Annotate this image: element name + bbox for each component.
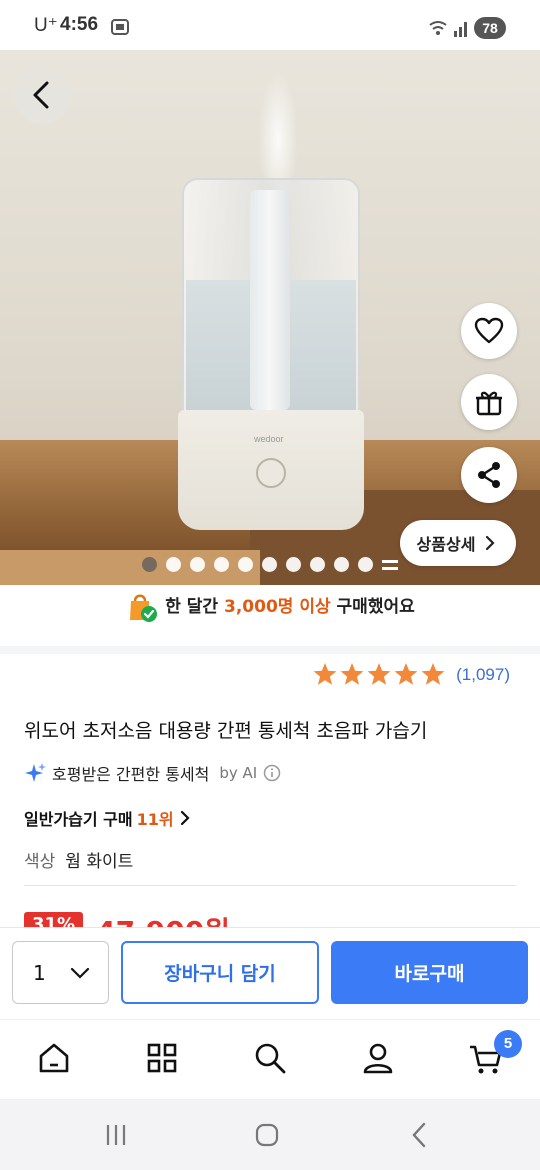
option-label: 색상 xyxy=(24,852,56,872)
chevron-right-icon xyxy=(180,810,190,826)
option-value: 웜 화이트 xyxy=(65,852,134,872)
home-nav-button[interactable] xyxy=(251,1119,283,1151)
add-to-cart-button[interactable]: 장바구니 담기 xyxy=(121,941,319,1004)
pager-dot[interactable] xyxy=(214,557,229,572)
review-count[interactable]: (1,097) xyxy=(456,665,510,685)
pager-dot[interactable] xyxy=(286,557,301,572)
color-option: 색상 웜 화이트 xyxy=(24,847,133,872)
pager-dot[interactable] xyxy=(310,557,325,572)
gift-button[interactable] xyxy=(461,374,517,430)
back-arrow-icon xyxy=(33,81,49,109)
purchase-bar: 1 장바구니 담기 바로구매 xyxy=(0,927,540,1019)
section-divider xyxy=(0,646,540,654)
star xyxy=(394,663,418,685)
star xyxy=(313,663,337,685)
rank-prefix: 일반가습기 구매 xyxy=(24,810,133,829)
star xyxy=(421,663,445,685)
search-icon xyxy=(255,1043,286,1074)
purchase-prefix: 한 달간 xyxy=(165,597,224,617)
signal-icon xyxy=(429,21,467,37)
bottom-tab-bar xyxy=(0,1019,540,1099)
pager-dot[interactable] xyxy=(358,557,373,572)
star-rating-icon xyxy=(313,663,445,685)
humidifier-brand-text: wedoor xyxy=(254,434,284,444)
star xyxy=(340,663,364,685)
category-icon xyxy=(147,1043,177,1073)
ai-by-label: by AI xyxy=(219,764,258,782)
share-button[interactable] xyxy=(461,447,517,503)
home-icon xyxy=(39,1043,69,1073)
humidifier-knob xyxy=(256,458,286,488)
product-title: 위도어 초저소음 대용량 간편 통세척 초음파 가습기 xyxy=(24,720,428,742)
ai-summary: 호평받은 간편한 통세척 by AI xyxy=(24,760,281,786)
pager-dot[interactable] xyxy=(190,557,205,572)
pager-dot[interactable] xyxy=(238,557,253,572)
divider xyxy=(24,885,516,886)
recent-apps-button[interactable] xyxy=(100,1119,132,1151)
wishlist-button[interactable] xyxy=(461,303,517,359)
recent-apps-icon xyxy=(106,1125,126,1145)
shopping-bag-check-icon xyxy=(130,594,158,622)
user-icon xyxy=(363,1043,393,1074)
purchase-highlight: 3,000명 이상 xyxy=(224,597,331,617)
ai-summary-text: 호평받은 간편한 통세척 xyxy=(52,765,210,784)
pager-dot[interactable] xyxy=(166,557,181,572)
tab-category[interactable] xyxy=(142,1038,182,1078)
cart-count-badge: 5 xyxy=(494,1030,522,1058)
star xyxy=(367,663,391,685)
pager-more-icon[interactable] xyxy=(382,557,398,573)
quantity-value: 1 xyxy=(33,960,46,985)
image-pager[interactable] xyxy=(142,557,398,573)
home-circle-icon xyxy=(255,1123,279,1147)
info-icon[interactable] xyxy=(263,764,281,782)
tab-my-page[interactable] xyxy=(358,1038,398,1078)
purchase-count-banner: 한 달간 3,000명 이상 구매했어요 xyxy=(0,590,540,634)
product-detail-button[interactable]: 상품상세 xyxy=(400,520,516,566)
back-chevron-icon xyxy=(412,1122,426,1148)
pager-dot[interactable] xyxy=(262,557,277,572)
carrier-label: U⁺ xyxy=(34,15,58,36)
product-detail-label: 상품상세 xyxy=(416,535,476,554)
purchase-suffix: 구매했어요 xyxy=(330,597,415,617)
clock: 4:56 xyxy=(60,14,99,35)
buy-now-button[interactable]: 바로구매 xyxy=(331,941,528,1004)
rating-row[interactable]: (1,097) xyxy=(0,660,510,690)
back-nav-button[interactable] xyxy=(404,1119,436,1151)
back-button[interactable] xyxy=(13,66,71,124)
tab-home[interactable] xyxy=(34,1038,74,1078)
system-nav-bar xyxy=(0,1099,540,1170)
chevron-right-icon xyxy=(486,535,495,551)
share-icon xyxy=(478,462,500,488)
sparkle-icon xyxy=(25,763,46,782)
gift-icon xyxy=(476,391,502,416)
quantity-select[interactable]: 1 xyxy=(12,941,109,1004)
rank-value: 11위 xyxy=(136,810,174,829)
chevron-down-icon xyxy=(70,967,90,979)
humidifier-tube xyxy=(250,190,290,410)
heart-icon xyxy=(474,317,504,344)
category-rank-link[interactable]: 일반가습기 구매 11위 xyxy=(24,806,192,830)
tab-search[interactable] xyxy=(250,1038,290,1078)
battery-badge: 78 xyxy=(474,17,506,39)
product-image[interactable]: wedoor xyxy=(0,50,540,585)
status-bar: U⁺ 4:56 78 xyxy=(0,0,540,50)
screenshot-icon xyxy=(111,19,129,35)
pager-dot[interactable] xyxy=(142,557,157,572)
pager-dot[interactable] xyxy=(334,557,349,572)
